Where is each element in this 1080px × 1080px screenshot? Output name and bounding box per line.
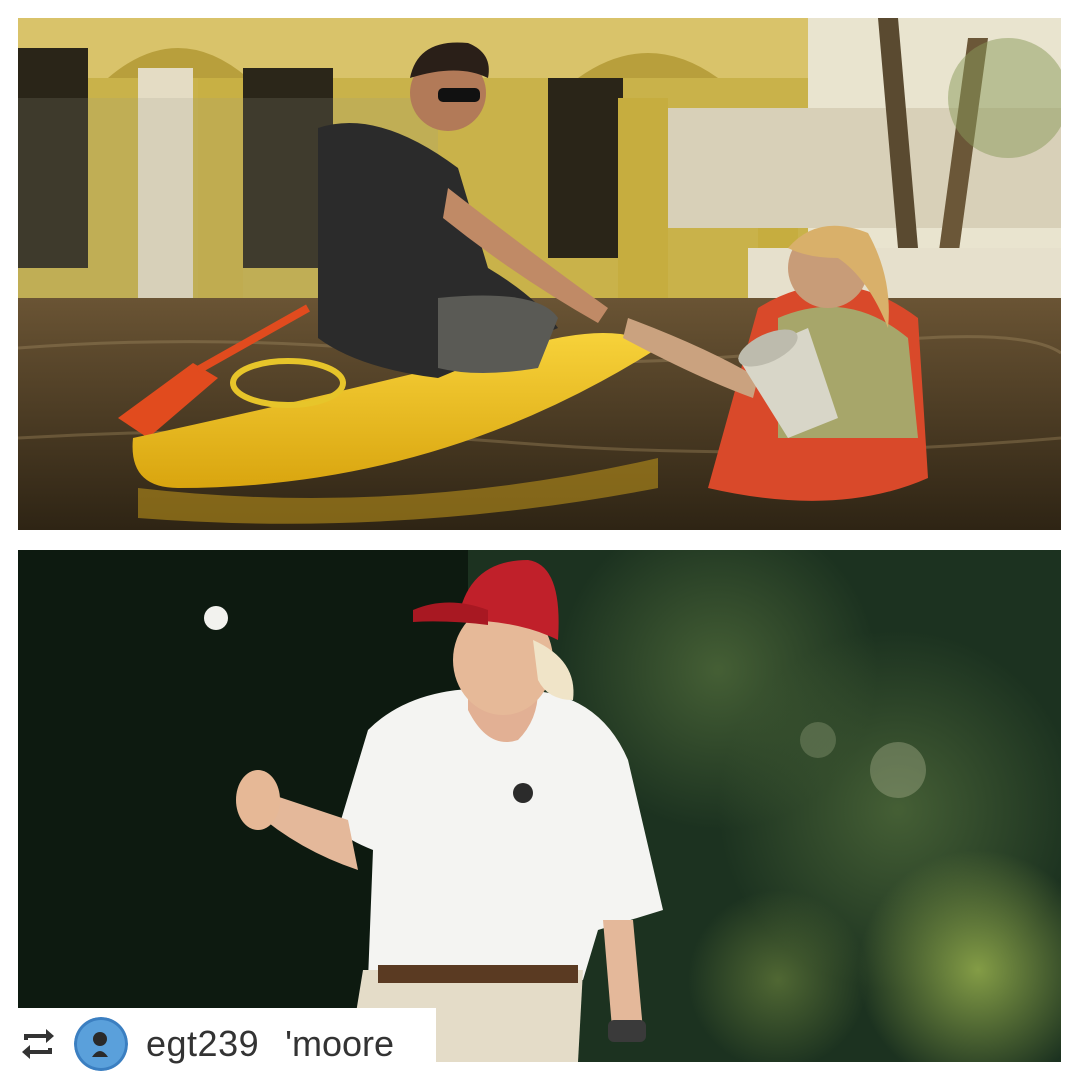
flood-rescue-image xyxy=(18,18,1061,530)
repost-collage: egt239 'moore xyxy=(0,0,1080,1080)
flood-rescue-photo[interactable] xyxy=(18,18,1061,530)
golf-image xyxy=(18,550,1061,1062)
repost-attribution-bar: egt239 'moore xyxy=(0,1008,436,1080)
avatar[interactable] xyxy=(74,1017,128,1071)
original-handle-fragment: 'moore xyxy=(285,1023,395,1064)
golf-photo[interactable] xyxy=(18,550,1061,1062)
repost-icon[interactable] xyxy=(16,1022,60,1066)
repost-username[interactable]: egt239 xyxy=(146,1026,259,1062)
